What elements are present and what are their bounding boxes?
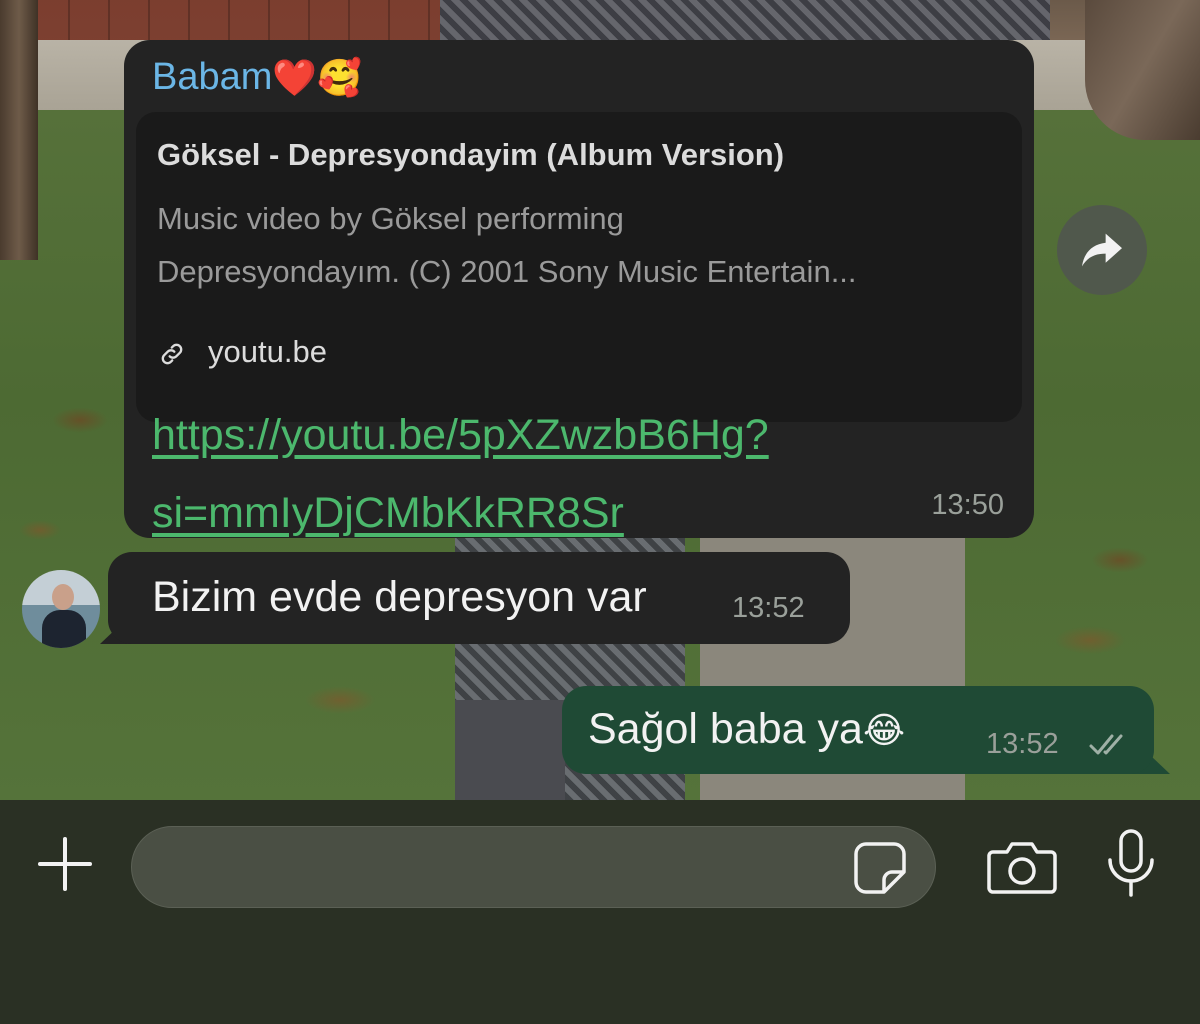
message-input[interactable] xyxy=(156,839,840,897)
link-message-bubble[interactable]: Babam❤️🥰 Göksel - Depresyondayim (Album … xyxy=(124,40,1034,538)
link-preview-domain: youtu.be xyxy=(208,334,327,369)
plus-icon[interactable] xyxy=(36,835,94,893)
wallpaper-tree-left xyxy=(0,0,38,260)
forward-icon xyxy=(1082,233,1122,267)
microphone-icon[interactable] xyxy=(1104,828,1158,898)
incoming-message-bubble[interactable]: Bizim evde depresyon var 13:52 xyxy=(108,552,850,644)
double-check-icon xyxy=(1089,734,1123,755)
link-preview-desc-line: Music video by Göksel performing xyxy=(157,201,624,236)
link-icon xyxy=(161,343,183,365)
wallpaper-person-top xyxy=(440,0,1050,40)
outgoing-message-bubble[interactable]: Sağol baba ya😂 13:52 xyxy=(562,686,1154,774)
avatar-head xyxy=(52,584,74,610)
url-line: si=mmIyDjCMbKkRR8Sr xyxy=(152,489,624,537)
link-preview-title: Göksel - Depresyondayim (Album Version) xyxy=(157,137,785,172)
link-preview-description: Music video by Göksel performing Depresy… xyxy=(157,192,1007,298)
message-text-content: Sağol baba ya xyxy=(588,705,863,753)
message-timestamp: 13:50 xyxy=(931,489,1004,521)
avatar-body xyxy=(42,610,86,648)
message-timestamp: 13:52 xyxy=(732,592,805,624)
message-url-link[interactable]: https://youtu.be/5pXZwzbB6Hg? si=mmIyDjC… xyxy=(152,396,912,552)
wallpaper-tree-right xyxy=(1085,0,1200,140)
forward-button[interactable] xyxy=(1057,205,1147,295)
sender-emoji: ❤️🥰 xyxy=(272,57,363,99)
link-preview-desc-line: Depresyondayım. (C) 2001 Sony Music Ente… xyxy=(157,254,857,289)
url-line: https://youtu.be/5pXZwzbB6Hg? xyxy=(152,411,769,459)
message-input-container[interactable] xyxy=(131,826,936,908)
message-text: Bizim evde depresyon var xyxy=(152,573,647,621)
camera-icon[interactable] xyxy=(987,836,1057,896)
sticker-icon[interactable] xyxy=(852,840,908,896)
message-text: Sağol baba ya😂 xyxy=(588,702,905,759)
message-timestamp: 13:52 xyxy=(986,728,1059,760)
laughing-emoji: 😂 xyxy=(862,710,906,752)
link-preview-card[interactable]: Göksel - Depresyondayim (Album Version) … xyxy=(136,112,1022,422)
sender-name[interactable]: Babam❤️🥰 xyxy=(152,54,362,102)
wallpaper-brick-wall xyxy=(30,0,440,40)
wallpaper-person-legs xyxy=(455,700,565,800)
contact-avatar[interactable] xyxy=(22,570,100,648)
sender-name-text: Babam xyxy=(152,56,273,98)
